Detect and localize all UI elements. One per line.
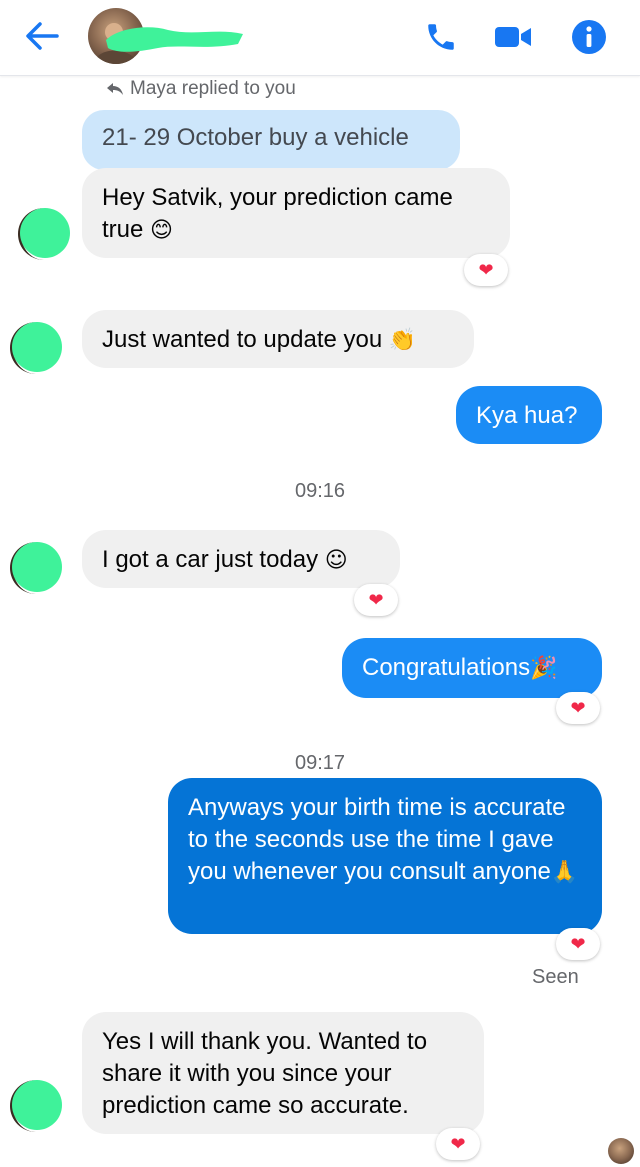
- message-text: Just wanted to update you: [102, 326, 383, 353]
- timestamp: 09:16: [294, 480, 346, 502]
- heart-icon: ❤: [368, 590, 384, 610]
- message-bubble-outgoing[interactable]: Anyways your birth time is accurate to t…: [168, 778, 602, 934]
- reply-note-text: Maya replied to you: [130, 78, 296, 99]
- blushing-face-emoji-icon: ☺: [324, 548, 348, 573]
- message-text: I got a car just today: [102, 546, 319, 573]
- seen-status: Seen: [532, 966, 579, 988]
- message-bubble[interactable]: Yes I will thank you. Wanted to share it…: [82, 1012, 484, 1134]
- message-bubble-outgoing[interactable]: Kya hua?: [456, 386, 602, 444]
- heart-icon: ❤: [478, 260, 494, 280]
- message-text: Anyways your birth time is accurate to t…: [188, 794, 566, 885]
- chat-header: [0, 0, 640, 76]
- heart-icon: ❤: [570, 934, 586, 954]
- reaction-badge[interactable]: ❤: [556, 692, 600, 724]
- smiling-face-emoji-icon: 😊: [150, 218, 173, 243]
- back-button[interactable]: [20, 14, 64, 58]
- reaction-badge[interactable]: ❤: [556, 928, 600, 960]
- heart-icon: ❤: [570, 698, 586, 718]
- timestamp: 09:17: [294, 752, 346, 774]
- sender-avatar[interactable]: [20, 208, 70, 258]
- reaction-badge[interactable]: ❤: [436, 1128, 480, 1160]
- message-bubble[interactable]: Hey Satvik, your prediction came true 😊: [82, 168, 510, 258]
- message-bubble-outgoing[interactable]: Congratulations🎉: [342, 638, 602, 698]
- info-icon: [572, 20, 606, 54]
- quoted-message[interactable]: 21- 29 October buy a vehicle: [82, 110, 460, 170]
- message-text: Kya hua?: [476, 402, 578, 429]
- message-bubble[interactable]: I got a car just today ☺: [82, 530, 400, 588]
- sender-avatar[interactable]: [12, 1080, 62, 1130]
- message-text: Yes I will thank you. Wanted to share it…: [102, 1028, 428, 1119]
- sender-avatar[interactable]: [12, 322, 62, 372]
- call-button[interactable]: [418, 14, 464, 60]
- reaction-badge[interactable]: ❤: [354, 584, 398, 616]
- party-popper-emoji-icon: 🎉: [530, 656, 558, 681]
- redacted-name-mark: [106, 27, 243, 52]
- reaction-badge[interactable]: ❤: [464, 254, 508, 286]
- heart-icon: ❤: [450, 1134, 466, 1154]
- read-receipt-avatar: [608, 1138, 634, 1164]
- sender-avatar[interactable]: [12, 542, 62, 592]
- clapping-hands-emoji-icon: 👏: [388, 328, 417, 353]
- phone-icon: [428, 24, 454, 50]
- reply-arrow-icon: [107, 83, 123, 95]
- folded-hands-emoji-icon: 🙏: [550, 860, 579, 885]
- message-bubble[interactable]: Just wanted to update you 👏: [82, 310, 474, 368]
- message-text: Congratulations: [362, 654, 531, 681]
- video-call-button[interactable]: [490, 14, 536, 60]
- info-button[interactable]: [566, 14, 612, 60]
- back-arrow-icon: [26, 22, 59, 50]
- reply-indicator: Maya replied to you: [106, 78, 296, 100]
- video-camera-icon: [495, 27, 531, 47]
